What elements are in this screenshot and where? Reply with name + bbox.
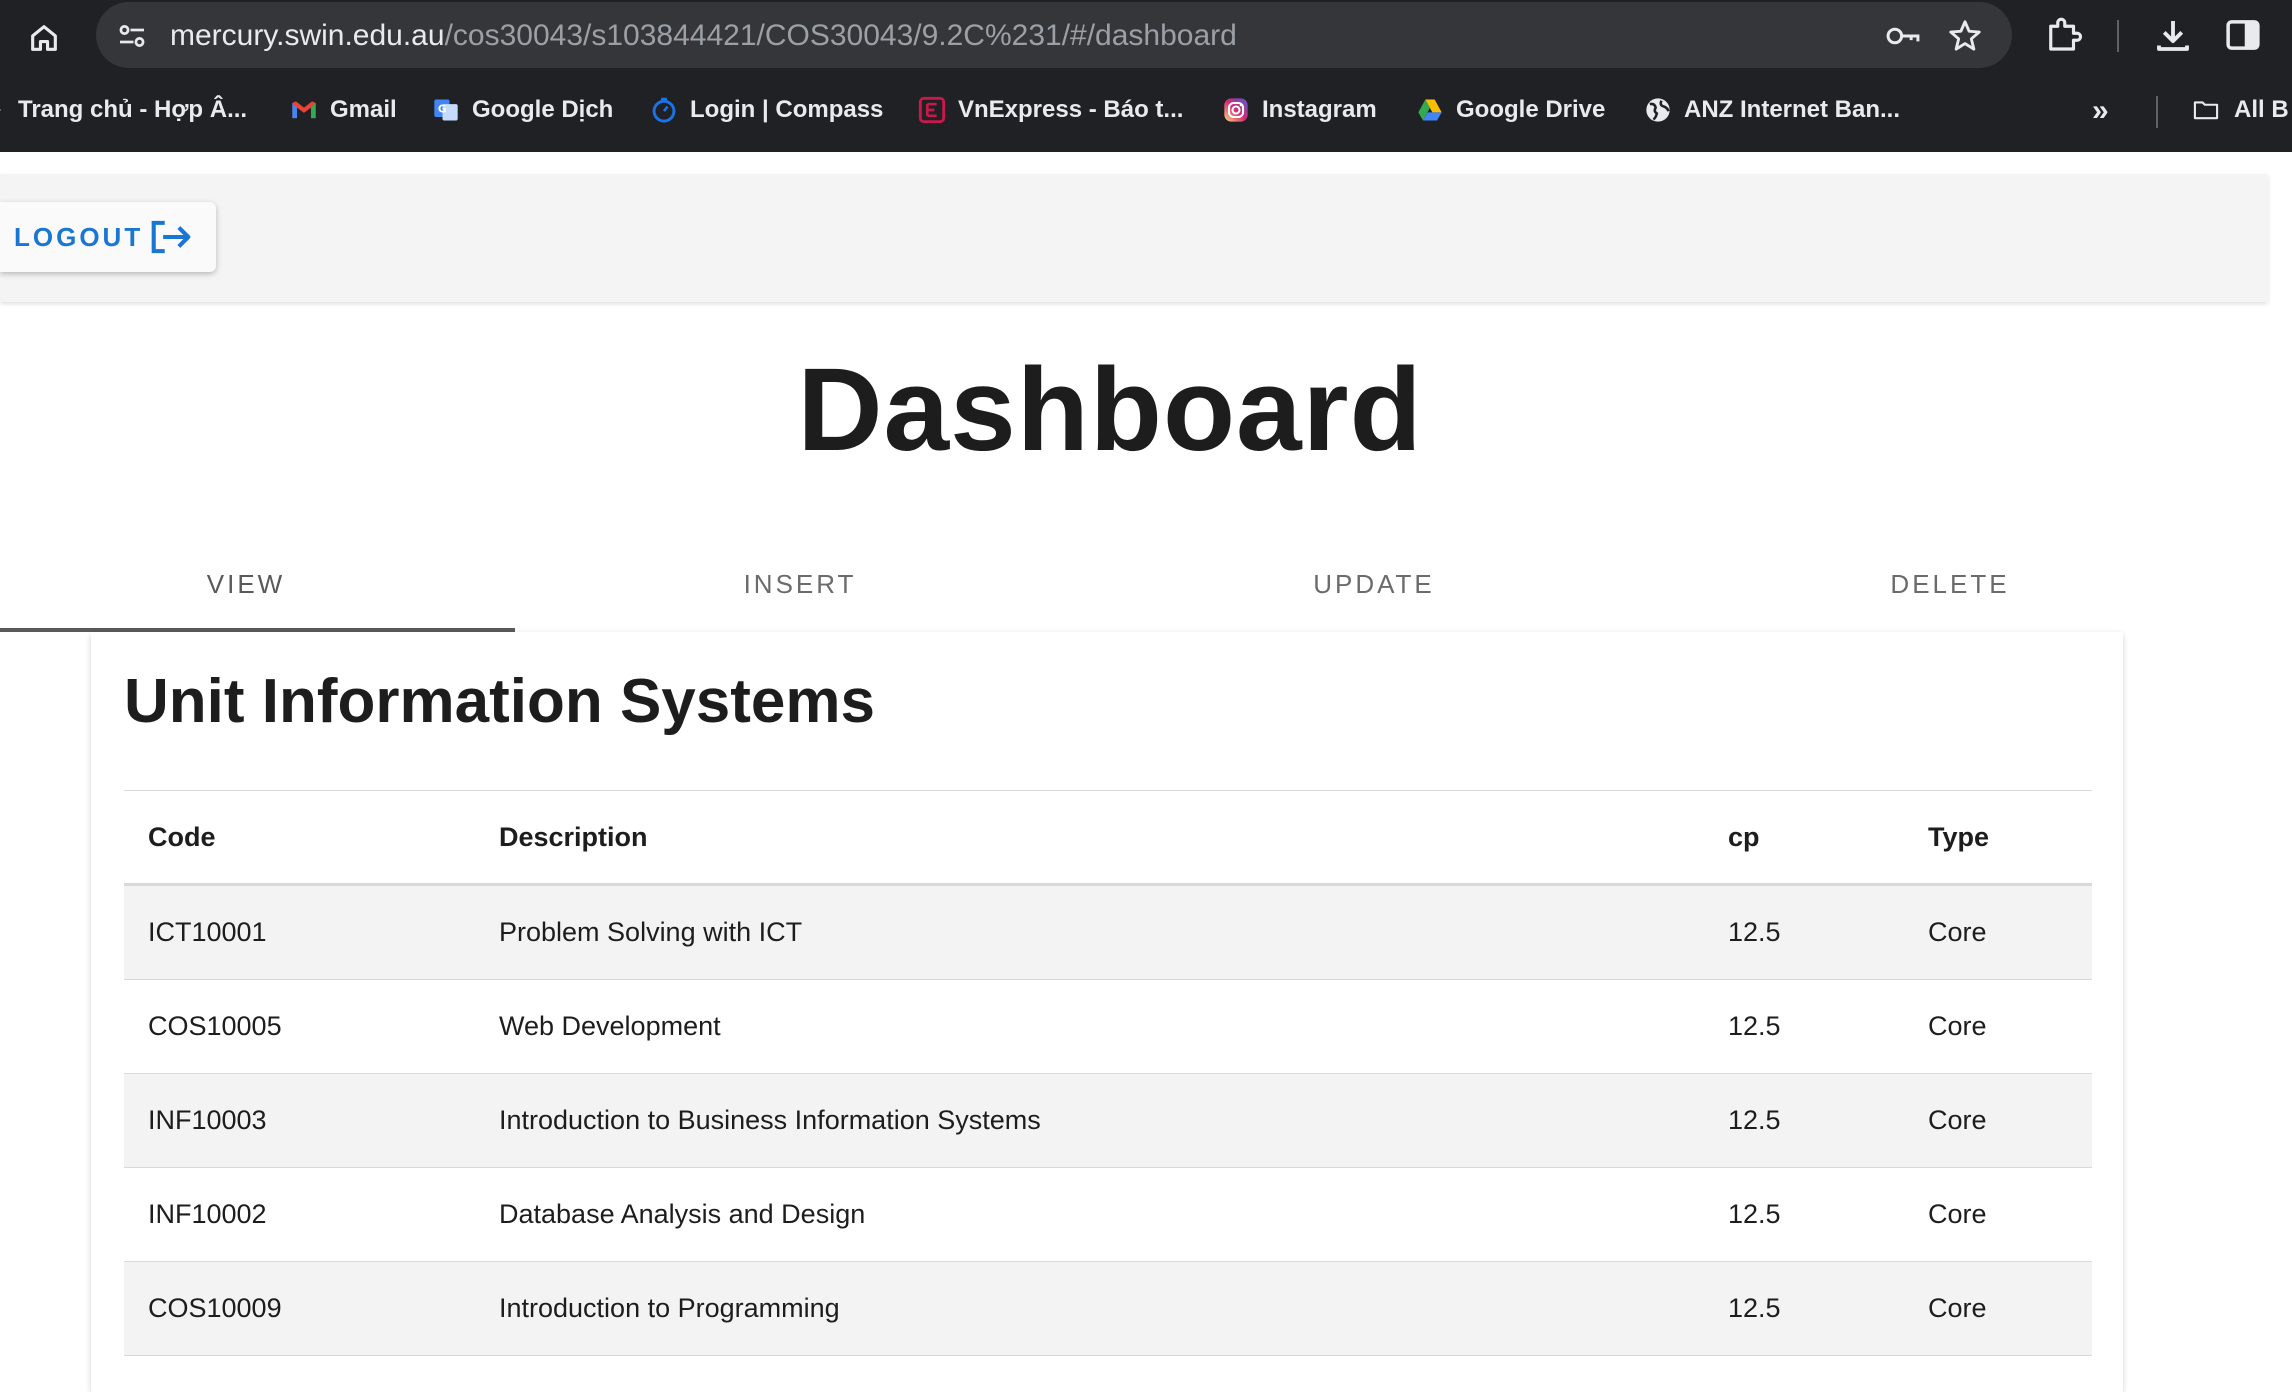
app-top-bar: LOGOUT [0, 174, 2268, 302]
logout-icon [151, 220, 191, 254]
table-header-row: Code Description cp Type [124, 790, 2092, 886]
tab-delete[interactable]: DELETE [1710, 540, 2190, 628]
cell-description: Introduction to Programming [475, 1261, 1704, 1356]
bookmark-label: VnExpress - Báo t... [958, 96, 1184, 123]
bookmark-item[interactable]: Google Drive [1416, 92, 1605, 128]
cell-cp: 12.5 [1704, 1167, 1904, 1262]
gmail-icon [292, 101, 316, 119]
bookmark-item[interactable]: Instagram [1222, 92, 1377, 128]
cell-type: Core [1904, 884, 2092, 980]
bookmark-label: Instagram [1262, 96, 1377, 123]
bookmark-label: Google Dịch [472, 96, 614, 123]
password-key-icon[interactable] [1884, 19, 1922, 53]
play-icon [0, 109, 2, 111]
url-host: mercury.swin.edu.au [170, 19, 445, 52]
bookmark-label: Login | Compass [690, 96, 884, 123]
logout-label: LOGOUT [14, 221, 144, 252]
all-bookmarks-button[interactable]: All B [2190, 92, 2289, 128]
bookmark-label: Trang chủ - Hợp Â... [18, 96, 248, 123]
bookmark-item[interactable]: Login | Compass [650, 92, 883, 128]
cell-code: COS10005 [124, 979, 475, 1074]
logout-button[interactable]: LOGOUT [0, 202, 216, 272]
bookmark-label: Gmail [330, 96, 397, 123]
instagram-icon [1224, 98, 1248, 122]
bookmark-item[interactable]: Trang chủ - Hợp Â... [0, 92, 247, 128]
bookmark-item[interactable]: ANZ Internet Ban... [1644, 92, 1900, 128]
compass-icon [652, 97, 676, 123]
column-header-type[interactable]: Type [1904, 790, 2092, 886]
cell-type: Core [1904, 1167, 2092, 1262]
table-row[interactable]: INF10003 Introduction to Business Inform… [124, 1073, 2092, 1168]
cell-code: COS10009 [124, 1261, 475, 1356]
browser-chrome: mercury.swin.edu.au/cos30043/s103844421/… [0, 0, 2292, 152]
bookmark-item[interactable]: Gmail [290, 92, 397, 128]
tab-view[interactable]: VIEW [0, 540, 492, 628]
side-panel-icon[interactable] [2222, 14, 2264, 56]
column-header-cp[interactable]: cp [1704, 790, 1904, 886]
cell-description: Introduction to Business Information Sys… [475, 1073, 1704, 1168]
folder-icon [2193, 101, 2219, 120]
url-path: /cos30043/s103844421/COS30043/9.2C%231/#… [444, 19, 1237, 52]
cell-type: Core [1904, 1261, 2092, 1356]
cell-description: Problem Solving with ICT [475, 884, 1704, 980]
units-card: Unit Information Systems Code Descriptio… [91, 632, 2123, 1392]
download-icon[interactable] [2152, 14, 2194, 56]
cell-code: INF10002 [124, 1167, 475, 1262]
tab-insert[interactable]: INSERT [560, 540, 1040, 628]
all-bookmarks-label: All B [2234, 96, 2289, 123]
google-translate-icon: G [434, 99, 458, 121]
bookmark-label: ANZ Internet Ban... [1684, 96, 1901, 123]
bookmark-star-icon[interactable] [1946, 17, 1984, 55]
table-row[interactable]: COS10009 Introduction to Programming 12.… [124, 1261, 2092, 1356]
table-row[interactable]: ICT10001 Problem Solving with ICT 12.5 C… [124, 884, 2092, 980]
table-row[interactable]: INF10002 Database Analysis and Design 12… [124, 1167, 2092, 1262]
cell-description: Web Development [475, 979, 1704, 1074]
google-drive-icon [1418, 99, 1442, 121]
cell-cp: 12.5 [1704, 1261, 1904, 1356]
column-header-code[interactable]: Code [124, 790, 475, 886]
cell-cp: 12.5 [1704, 1073, 1904, 1168]
bookmark-divider [2156, 96, 2158, 128]
bookmark-label: Google Drive [1456, 96, 1606, 123]
table-row[interactable]: COS10005 Web Development 12.5 Core [124, 979, 2092, 1074]
tab-bar: VIEW INSERT UPDATE DELETE [0, 540, 2220, 632]
svg-text:G: G [438, 103, 447, 115]
extensions-icon[interactable] [2042, 14, 2084, 56]
tab-update[interactable]: UPDATE [1134, 540, 1614, 628]
cell-description: Database Analysis and Design [475, 1167, 1704, 1262]
cell-code: ICT10001 [124, 884, 475, 980]
globe-icon [1646, 98, 1670, 122]
cell-cp: 12.5 [1704, 979, 1904, 1074]
bookmark-item[interactable]: G Google Dịch [432, 92, 613, 128]
home-icon[interactable] [20, 14, 68, 62]
bookmarks-bar: Trang chủ - Hợp Â... Gmail G Google Dịch [0, 84, 2292, 136]
card-title: Unit Information Systems [124, 667, 875, 736]
page-title: Dashboard [797, 344, 1423, 476]
cell-type: Core [1904, 1073, 2092, 1168]
address-bar[interactable]: mercury.swin.edu.au/cos30043/s103844421/… [96, 2, 2012, 68]
url-text[interactable]: mercury.swin.edu.au/cos30043/s103844421/… [170, 18, 1237, 54]
site-settings-icon[interactable] [114, 18, 150, 54]
cell-type: Core [1904, 979, 2092, 1074]
cell-cp: 12.5 [1704, 884, 1904, 980]
units-table: Code Description cp Type ICT10001 Proble… [124, 790, 2092, 1356]
more-bookmarks-chevron-icon[interactable]: » [2092, 94, 2109, 128]
column-header-description[interactable]: Description [475, 790, 1704, 886]
toolbar-divider [2117, 20, 2119, 52]
bookmark-item[interactable]: VnExpress - Báo t... [918, 92, 1183, 128]
vnexpress-icon [918, 96, 946, 124]
cell-code: INF10003 [124, 1073, 475, 1168]
